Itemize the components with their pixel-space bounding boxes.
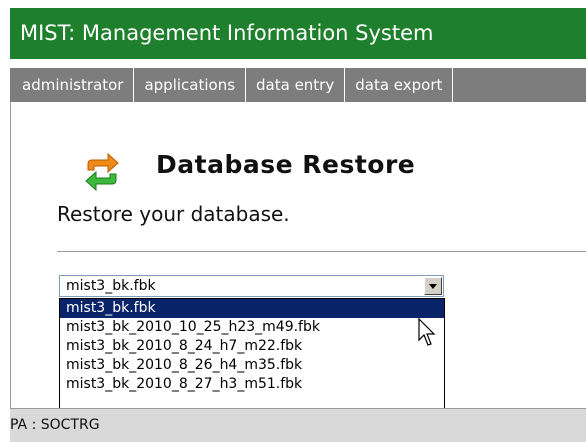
app-title: MIST: Management Information System	[20, 21, 434, 45]
dropdown-arrow-button[interactable]	[424, 277, 442, 295]
chevron-down-icon	[429, 284, 437, 289]
nav-item-administrator[interactable]: administrator	[10, 68, 135, 102]
dropdown-option[interactable]: mist3_bk.fbk	[60, 299, 444, 318]
backup-file-select[interactable]: mist3_bk.fbk	[59, 275, 444, 297]
app-header: MIST: Management Information System	[10, 8, 586, 59]
nav-item-data-entry[interactable]: data entry	[246, 68, 346, 102]
page-title: Database Restore	[156, 150, 416, 179]
page: MIST: Management Information System admi…	[0, 0, 586, 442]
status-text: PA : SOCTRG	[10, 417, 100, 433]
nav-item-applications[interactable]: applications	[134, 68, 247, 102]
main-nav: administrator applications data entry da…	[10, 68, 586, 102]
page-subtitle: Restore your database.	[57, 202, 290, 226]
status-bar: PA : SOCTRG	[10, 408, 586, 442]
dropdown-option[interactable]: mist3_bk_2010_8_27_h3_m51.fbk	[60, 375, 444, 394]
mouse-cursor-icon	[418, 318, 436, 346]
dropdown-list: mist3_bk.fbk mist3_bk_2010_10_25_h23_m49…	[59, 298, 445, 415]
nav-item-data-export[interactable]: data export	[345, 68, 454, 102]
divider	[57, 251, 586, 252]
select-value: mist3_bk.fbk	[66, 278, 156, 294]
restore-arrows-icon	[85, 152, 119, 192]
dropdown-option[interactable]: mist3_bk_2010_8_24_h7_m22.fbk	[60, 337, 444, 356]
dropdown-option[interactable]: mist3_bk_2010_10_25_h23_m49.fbk	[60, 318, 444, 337]
dropdown-option[interactable]: mist3_bk_2010_8_26_h4_m35.fbk	[60, 356, 444, 375]
